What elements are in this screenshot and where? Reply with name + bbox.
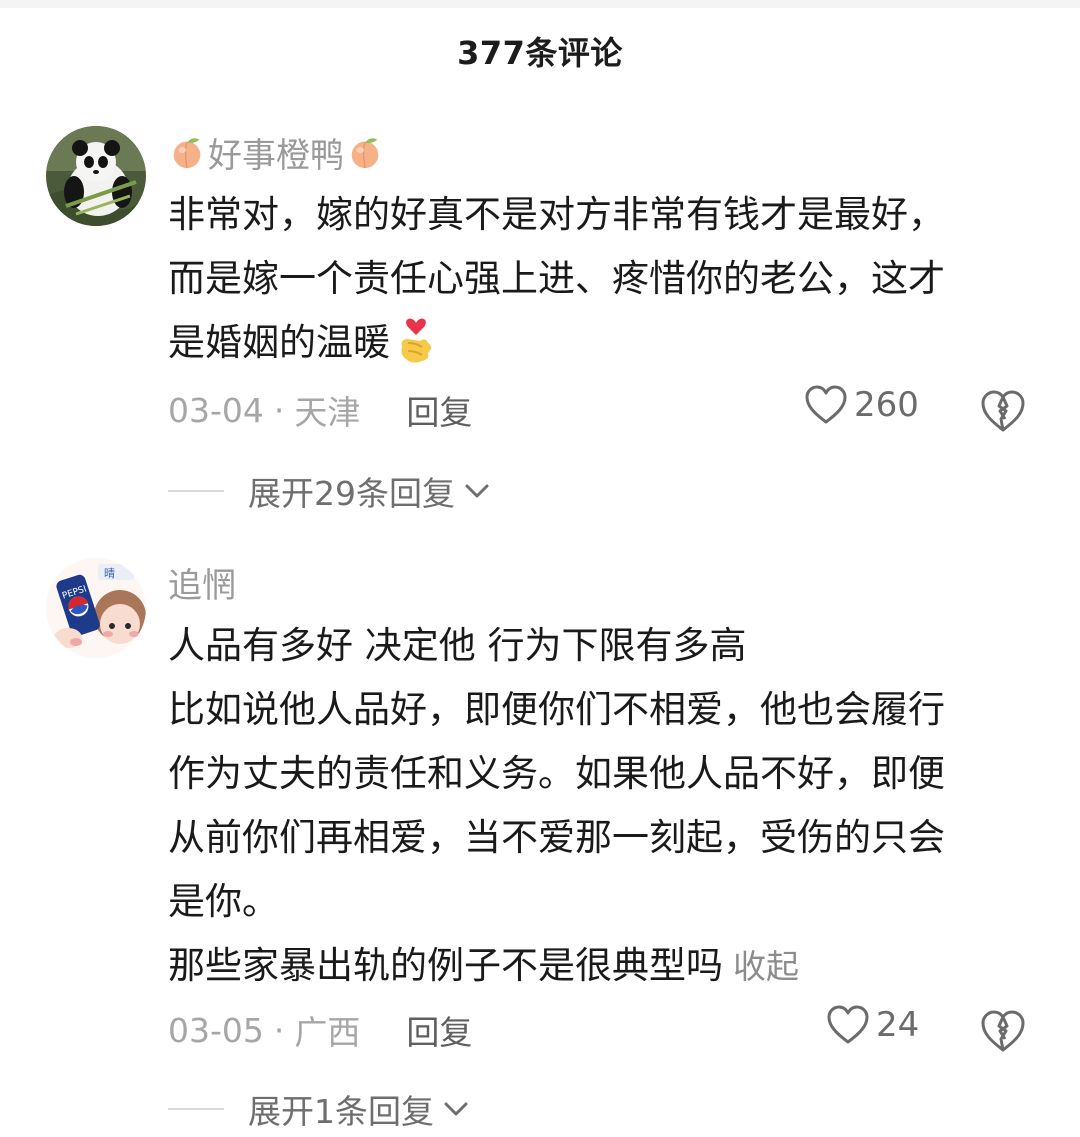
svg-text:晴: 晴: [104, 567, 115, 580]
comment-line: 而是嫁一个责任心强上进、疼惜你的老公，这才: [168, 257, 945, 300]
divider-line: [168, 1108, 224, 1110]
broken-heart-icon[interactable]: [978, 1006, 1028, 1056]
heart-outline-icon: [805, 385, 847, 424]
username-row[interactable]: 好事橙鸭: [168, 128, 384, 176]
username: 追惘: [168, 565, 236, 606]
expand-replies-button[interactable]: 展开1条回复: [168, 1084, 470, 1134]
meta-separator: ·: [273, 1010, 285, 1050]
expand-replies-label: 展开29条回复: [248, 474, 455, 513]
peach-icon: [351, 138, 379, 169]
expand-replies-button[interactable]: 展开29条回复: [168, 466, 491, 516]
divider-line: [168, 490, 224, 492]
chevron-down-icon: [444, 1102, 468, 1116]
username-row[interactable]: 追惘: [168, 558, 236, 606]
finger-heart-icon: [401, 318, 431, 363]
comment-line: 作为丈夫的责任和义务。如果他人品不好，即便: [168, 752, 945, 795]
comment-line: 比如说他人品好，即便你们不相爱，他也会履行: [168, 688, 945, 731]
comment-line: 从前你们再相爱，当不爱那一刻起，受伤的只会: [168, 816, 945, 859]
sheet-top-edge: [0, 0, 1080, 8]
comment-line: 是婚姻的温暖: [168, 311, 1048, 375]
broken-heart-icon[interactable]: [978, 386, 1028, 436]
collapse-button[interactable]: 收起: [733, 947, 799, 986]
heart-outline-icon: [827, 1005, 869, 1044]
comment-text: 人品有多好 决定他 行为下限有多高 比如说他人品好，即便你们不相爱，他也会履行 …: [168, 614, 1048, 999]
comment-text: 非常对，嫁的好真不是对方非常有钱才是最好， 而是嫁一个责任心强上进、疼惜你的老公…: [168, 183, 1048, 375]
comment-line: 那些家暴出轨的例子不是很典型吗 收起: [168, 934, 1048, 999]
comment-date: 03-05: [168, 1010, 264, 1050]
chevron-down-icon: [465, 484, 489, 498]
comment-date: 03-04: [168, 390, 264, 430]
like-count: 260: [854, 385, 919, 425]
meta-separator: ·: [273, 390, 285, 430]
comments-sheet: 377条评论 好事橙鸭 非常对，嫁的好真不是对方非常有钱才是最好， 而是嫁一个责…: [0, 0, 1080, 1137]
comment-location: 广西: [294, 1013, 361, 1052]
avatar[interactable]: [46, 126, 146, 226]
panda-avatar-icon: [46, 126, 146, 226]
username: 好事橙鸭: [208, 135, 344, 176]
comment-line: 非常对，嫁的好真不是对方非常有钱才是最好，: [168, 193, 945, 236]
like-count: 24: [876, 1005, 920, 1045]
comment-line: 是你。: [168, 880, 279, 923]
like-button[interactable]: 24: [826, 1004, 919, 1046]
peach-icon: [173, 138, 201, 169]
comment-count-title: 377条评论: [457, 34, 623, 72]
comment-location: 天津: [294, 393, 361, 432]
comment-line: 人品有多好 决定他 行为下限有多高: [168, 624, 747, 667]
cartoon-pepsi-avatar-icon: 晴 PEPSI: [46, 558, 146, 658]
avatar[interactable]: 晴 PEPSI: [46, 558, 146, 658]
comment-line-text: 是婚姻的温暖: [168, 321, 390, 364]
reply-button[interactable]: 回复: [406, 386, 472, 434]
comment-line-text: 那些家暴出轨的例子不是很典型吗: [168, 944, 723, 987]
expand-replies-label: 展开1条回复: [248, 1092, 434, 1131]
reply-button[interactable]: 回复: [406, 1006, 472, 1054]
like-button[interactable]: 260: [804, 384, 919, 426]
